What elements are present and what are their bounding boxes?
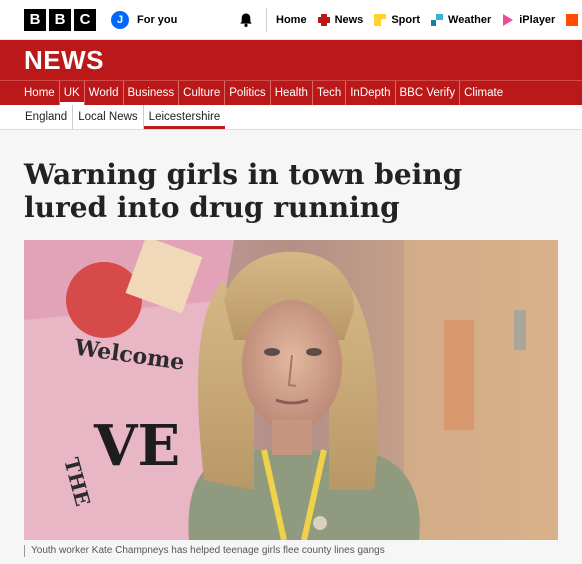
mainnav-uk[interactable]: UK	[59, 81, 85, 105]
avatar: J	[111, 10, 129, 29]
iplayer-icon	[503, 14, 514, 26]
news-icon	[317, 14, 330, 26]
news-masthead: NEWS	[0, 40, 582, 80]
bbc-logo-letter: C	[74, 8, 96, 31]
topnav-iplayer-label: iPlayer	[519, 14, 556, 26]
topnav-home-label: Home	[276, 14, 307, 26]
mainnav-bbc-verify[interactable]: BBC Verify	[396, 81, 461, 105]
bbc-logo-letter: B	[24, 8, 46, 31]
topnav-weather[interactable]: Weather	[431, 14, 491, 26]
sport-icon	[374, 14, 387, 26]
subnav-local-news[interactable]: Local News	[73, 105, 144, 129]
top-bar-divider	[266, 8, 267, 32]
mainnav-culture[interactable]: Culture	[179, 81, 226, 105]
main-navigation: Home UK World Business Culture Politics …	[0, 80, 582, 105]
topnav-sport[interactable]: Sport	[374, 14, 420, 26]
topnav-news[interactable]: News	[317, 14, 364, 26]
article-photo: Welcome THE VE	[24, 240, 558, 540]
mainnav-indepth[interactable]: InDepth	[346, 81, 396, 105]
mainnav-home[interactable]: Home	[20, 81, 60, 105]
mainnav-health[interactable]: Health	[271, 81, 313, 105]
photo-ve-text: VE	[93, 413, 180, 479]
topnav-home[interactable]: Home	[276, 14, 307, 26]
bbc-top-bar: B B C J For you Home News Sport Weather …	[0, 0, 582, 40]
photo-scene: Welcome THE VE	[24, 240, 558, 540]
account-label: For you	[137, 13, 178, 26]
topnav-sounds[interactable]: Sc	[566, 14, 582, 26]
topnav-sport-label: Sport	[391, 14, 421, 26]
notification-bell-icon[interactable]	[238, 12, 254, 28]
topnav-news-label: News	[334, 14, 364, 26]
mainnav-politics[interactable]: Politics	[225, 81, 271, 105]
news-title[interactable]: NEWS	[24, 45, 104, 76]
topnav-weather-label: Weather	[448, 14, 492, 26]
subnav-england[interactable]: England	[20, 105, 74, 129]
mainnav-world[interactable]: World	[85, 81, 124, 105]
bbc-logo-letter: B	[49, 8, 71, 31]
subnav-leicestershire[interactable]: Leicestershire	[143, 105, 226, 129]
mainnav-tech[interactable]: Tech	[313, 81, 347, 105]
mainnav-climate[interactable]: Climate	[460, 81, 507, 105]
sub-navigation: England Local News Leicestershire	[0, 105, 582, 130]
bbc-logo[interactable]: B B C	[24, 8, 96, 31]
topnav-iplayer[interactable]: iPlayer	[502, 14, 555, 26]
sounds-icon	[566, 14, 579, 26]
account-button[interactable]: J For you	[111, 10, 178, 29]
article-headline: Warning girls in town being lured into d…	[24, 158, 463, 224]
mainnav-business[interactable]: Business	[124, 81, 180, 105]
photo-caption: Youth worker Kate Champneys has helped t…	[24, 545, 385, 557]
top-navigation: Home News Sport Weather iPlayer	[276, 0, 582, 40]
weather-icon	[431, 14, 444, 26]
